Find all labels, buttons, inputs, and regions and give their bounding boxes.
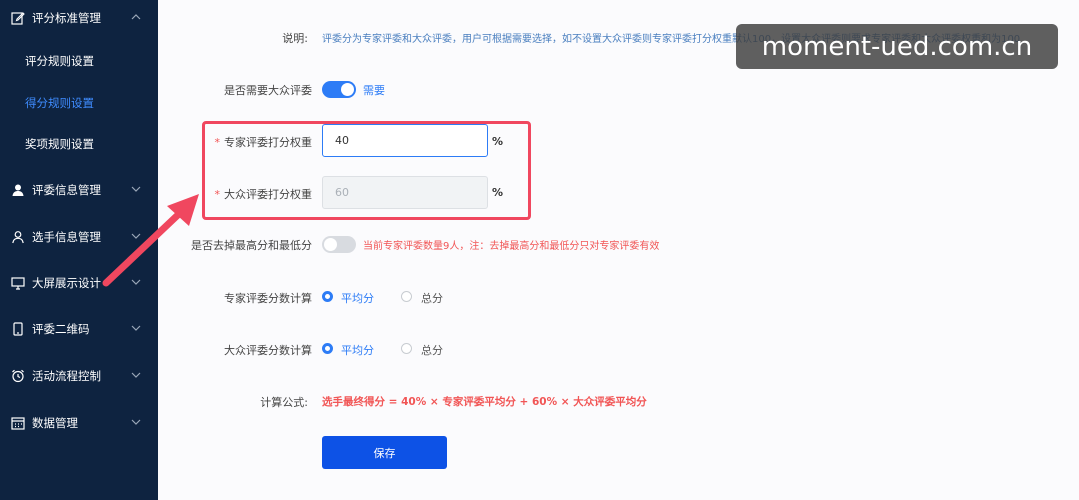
formula-label: 计算公式:: [260, 396, 308, 409]
chevron-down-icon: [131, 279, 141, 285]
nav-group-label: 数据管理: [32, 416, 78, 430]
nav-group-label: 大屏展示设计: [32, 276, 101, 290]
need-public-judge-label: 是否需要大众评委: [224, 84, 312, 97]
expert-calc-total-label[interactable]: 总分: [421, 290, 443, 306]
remove-extreme-toggle[interactable]: [322, 236, 356, 253]
sidebar: 评分标准管理 评分规则设置 得分规则设置 奖项规则设置 评委信息管理 选手信息管…: [0, 0, 158, 500]
need-public-judge-toggle[interactable]: [322, 81, 356, 98]
sidebar-item-label: 奖项规则设置: [25, 137, 94, 151]
toggle-knob: [324, 238, 337, 251]
remove-extreme-note: 当前专家评委数量9人，注：去掉最高分和最低分只对专家评委有效: [363, 241, 660, 252]
chevron-down-icon: [131, 419, 141, 425]
public-calc-label: 大众评委分数计算: [224, 344, 312, 357]
public-calc-avg-radio[interactable]: [322, 343, 333, 354]
monitor-icon: [11, 277, 25, 290]
user-filled-icon: [12, 184, 24, 196]
chevron-down-icon: [131, 233, 141, 239]
edit-icon: [11, 12, 25, 25]
user-outline-icon: [12, 231, 24, 244]
save-button[interactable]: 保存: [322, 436, 447, 469]
nav-group-data-management[interactable]: 数据管理: [0, 405, 158, 441]
chevron-down-icon: [131, 372, 141, 378]
watermark: moment-ued.com.cn: [736, 24, 1058, 69]
chevron-up-icon: [131, 14, 141, 20]
nav-group-label: 活动流程控制: [32, 369, 101, 383]
nav-group-scoring-standards[interactable]: 评分标准管理: [0, 0, 158, 36]
sidebar-item-award-rules[interactable]: 奖项规则设置: [0, 127, 158, 161]
chevron-down-icon: [131, 186, 141, 192]
nav-group-judge-qrcode[interactable]: 评委二维码: [0, 311, 158, 347]
nav-group-judge-info[interactable]: 评委信息管理: [0, 172, 158, 208]
alarm-clock-icon: [12, 369, 24, 383]
nav-group-activity-flow[interactable]: 活动流程控制: [0, 358, 158, 394]
nav-group-label: 评分标准管理: [32, 11, 101, 25]
sidebar-item-score-rules[interactable]: 得分规则设置: [0, 86, 158, 120]
sidebar-item-label: 得分规则设置: [25, 96, 94, 110]
sidebar-item-label: 评分规则设置: [25, 54, 94, 68]
remove-extreme-label: 是否去掉最高分和最低分: [191, 239, 312, 252]
expert-calc-total-radio[interactable]: [401, 291, 412, 302]
main-content: 说明: 评委分为专家评委和大众评委，用户可根据需要选择，如不设置大众评委则专家评…: [158, 0, 1079, 500]
sidebar-item-scoring-rules[interactable]: 评分规则设置: [0, 44, 158, 78]
public-calc-total-label[interactable]: 总分: [421, 342, 443, 358]
public-calc-total-radio[interactable]: [401, 343, 412, 354]
mobile-icon: [13, 322, 23, 336]
formula-text: 选手最终得分 = 40% × 专家评委平均分 + 60% × 大众评委平均分: [322, 396, 647, 408]
calendar-icon: [11, 417, 25, 430]
expert-calc-label: 专家评委分数计算: [224, 292, 312, 305]
need-public-judge-value: 需要: [363, 84, 385, 97]
expert-calc-avg-label[interactable]: 平均分: [341, 290, 374, 306]
desc-label: 说明:: [282, 32, 308, 45]
nav-group-label: 评委信息管理: [32, 183, 101, 197]
public-calc-avg-label[interactable]: 平均分: [341, 342, 374, 358]
expert-calc-avg-radio[interactable]: [322, 291, 333, 302]
nav-group-label: 评委二维码: [32, 322, 90, 336]
highlight-box: [202, 121, 531, 220]
nav-group-label: 选手信息管理: [32, 230, 101, 244]
chevron-down-icon: [131, 325, 141, 331]
nav-group-screen-design[interactable]: 大屏展示设计: [0, 265, 158, 301]
nav-group-contestant-info[interactable]: 选手信息管理: [0, 219, 158, 255]
toggle-knob: [341, 83, 354, 96]
